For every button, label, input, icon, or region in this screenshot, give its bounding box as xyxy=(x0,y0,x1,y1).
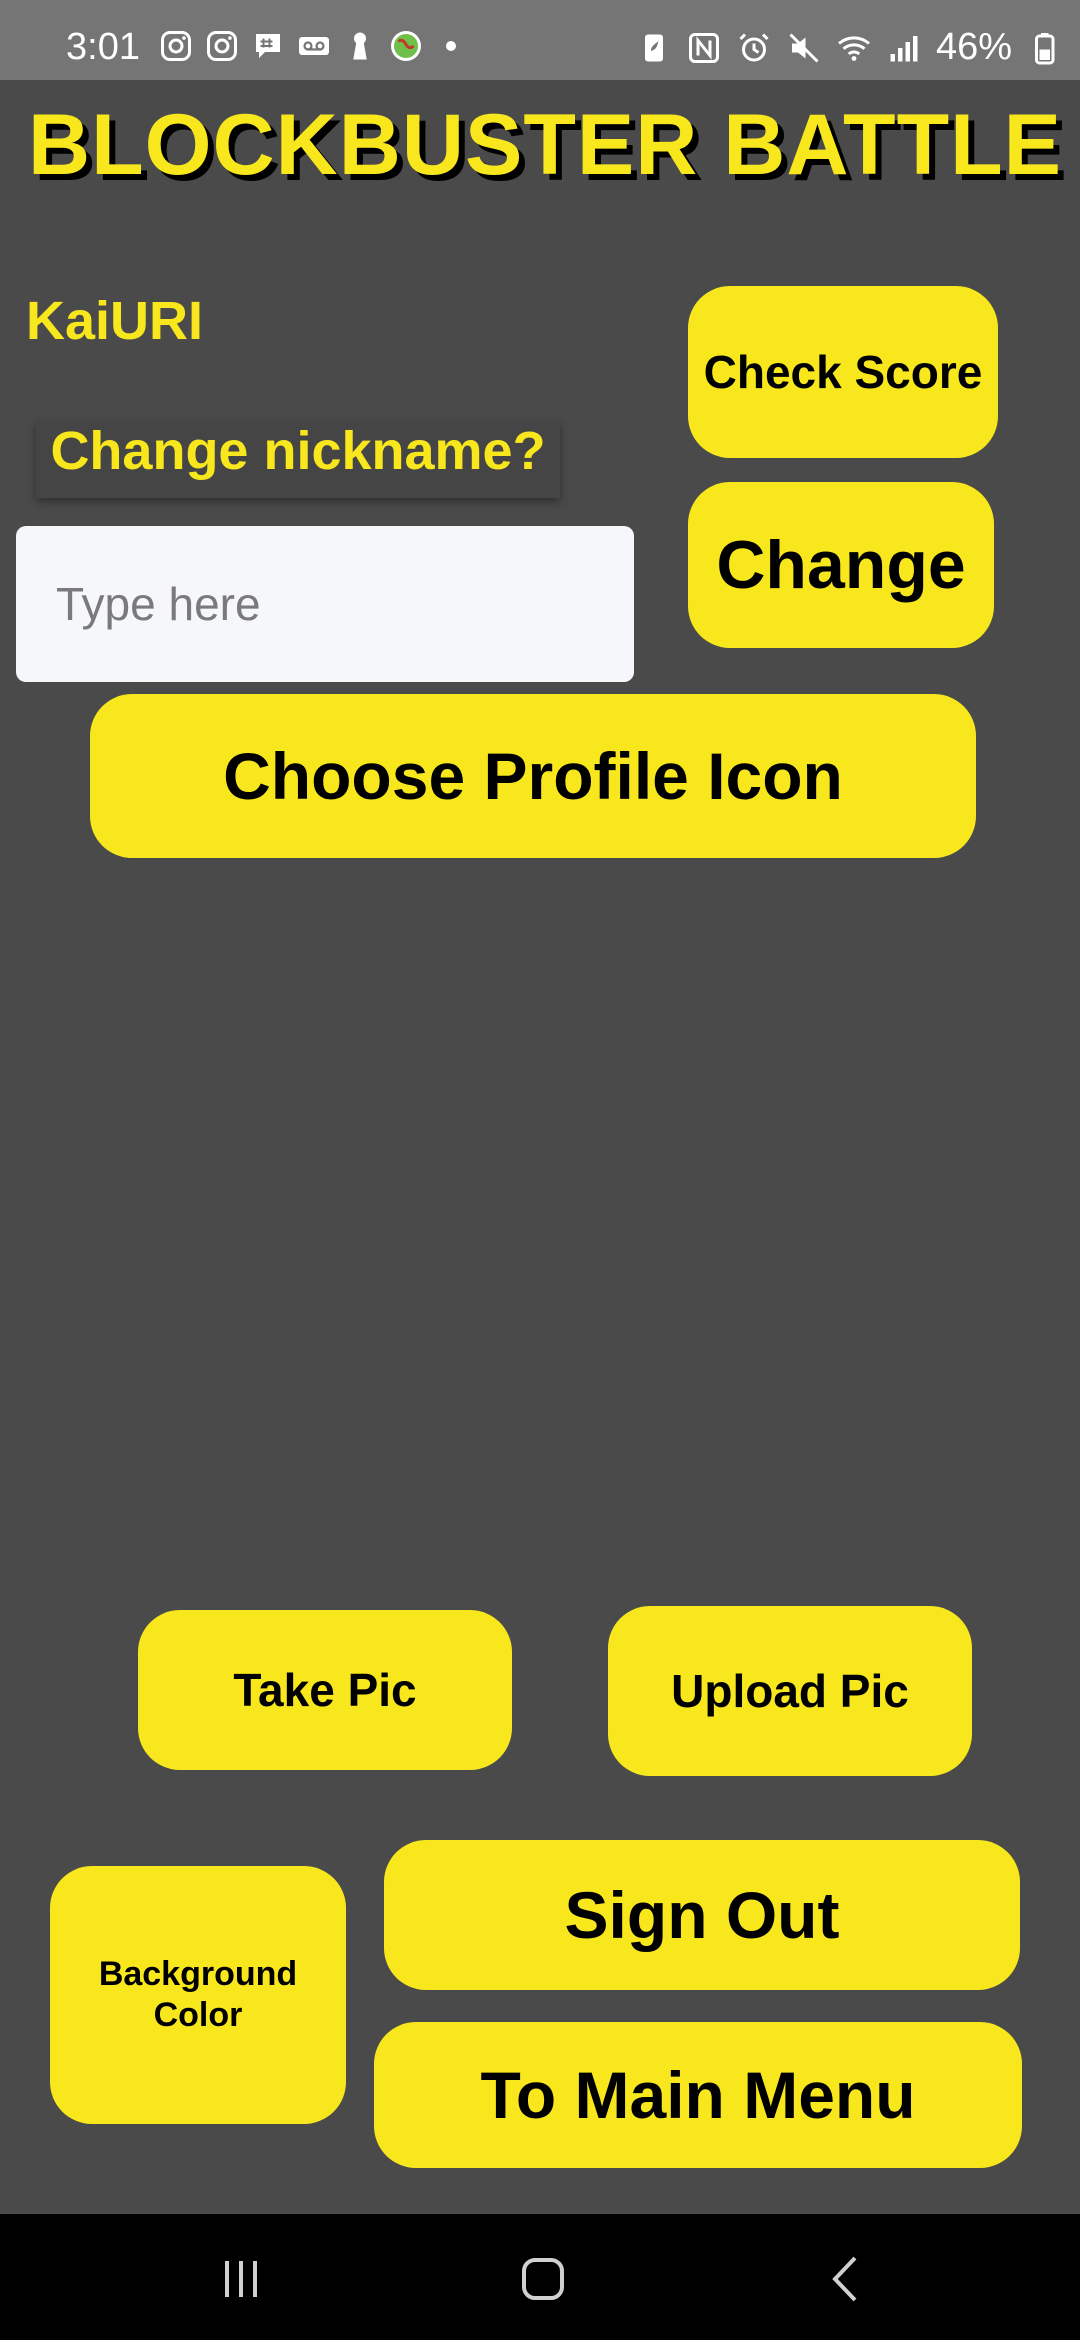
alarm-icon xyxy=(739,32,769,61)
more-notifications-dot xyxy=(446,41,456,51)
battery-icon xyxy=(1035,32,1055,64)
nfc-icon xyxy=(688,32,719,63)
home-button[interactable] xyxy=(508,2244,578,2314)
instagram-icon xyxy=(161,31,191,61)
system-icons: 46% xyxy=(636,26,1062,69)
sign-out-button[interactable]: Sign Out xyxy=(384,1840,1020,1990)
main-menu-button[interactable]: To Main Menu xyxy=(374,2022,1022,2168)
navigation-bar xyxy=(0,2214,1080,2340)
back-icon xyxy=(832,2256,857,2302)
mute-icon xyxy=(789,32,819,63)
battery-percent: 46% xyxy=(935,26,1012,68)
nickname-input[interactable] xyxy=(16,526,634,682)
choose-profile-icon-button[interactable]: Choose Profile Icon xyxy=(90,694,976,858)
background-color-button[interactable]: Background Color xyxy=(50,1866,346,2124)
chat-icon xyxy=(256,34,280,58)
notification-icons xyxy=(158,28,456,64)
wifi-icon xyxy=(837,35,870,61)
globe-icon xyxy=(391,31,421,61)
battery-saver-icon xyxy=(644,34,663,61)
keyhole-icon xyxy=(353,32,367,60)
back-button[interactable] xyxy=(810,2244,880,2314)
instagram-icon xyxy=(207,31,237,61)
home-icon xyxy=(522,2258,564,2300)
upload-pic-button[interactable]: Upload Pic xyxy=(608,1606,972,1776)
current-nickname: KaiURI xyxy=(26,291,204,351)
voicemail-icon xyxy=(299,37,329,55)
check-score-button[interactable]: Check Score xyxy=(688,286,998,458)
change-nickname-label: Change nickname? xyxy=(36,420,560,498)
app-title: BLOCKBUSTER BATTLE xyxy=(28,97,1063,193)
status-time: 3:01 xyxy=(66,26,140,68)
recent-apps-button[interactable] xyxy=(206,2244,276,2314)
change-nickname-button[interactable]: Change xyxy=(688,482,994,648)
recent-apps-icon xyxy=(225,2261,257,2297)
take-pic-button[interactable]: Take Pic xyxy=(138,1610,512,1770)
status-bar: 3:01 46% xyxy=(0,0,1080,80)
signal-icon xyxy=(890,35,918,61)
